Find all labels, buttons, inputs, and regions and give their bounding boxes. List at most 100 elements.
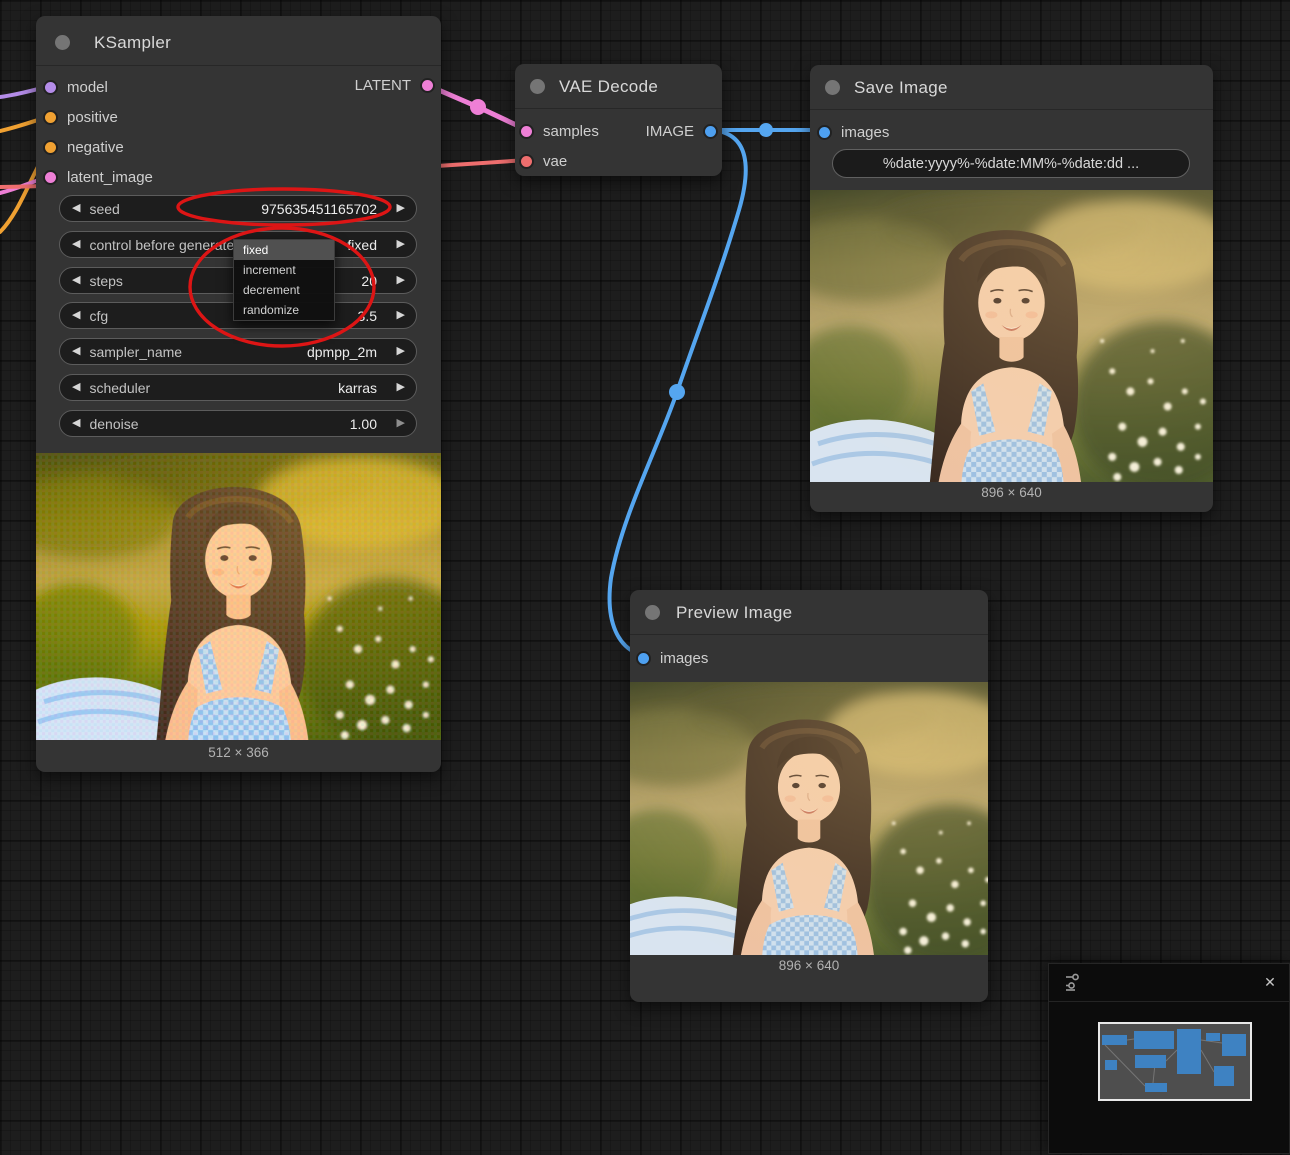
header-divider	[810, 109, 1213, 110]
node-title: Save Image	[854, 78, 948, 98]
image-size-caption: 512 × 366	[36, 745, 441, 760]
header-divider	[630, 634, 988, 635]
port-dot[interactable]	[705, 126, 716, 137]
filename-prefix-value: %date:yyyy%-%date:MM%-%date:dd ...	[883, 156, 1139, 172]
increment-arrow-icon[interactable]: ▶	[397, 382, 405, 393]
reroute-dot-image-2[interactable]	[669, 384, 685, 400]
widget-seed[interactable]: ◀ seed 975635451165702 ▶	[59, 195, 417, 222]
port-dot[interactable]	[45, 112, 56, 123]
decrement-arrow-icon[interactable]: ◀	[72, 239, 80, 250]
input-port-images[interactable]: images	[819, 124, 889, 141]
decrement-arrow-icon[interactable]: ◀	[72, 418, 80, 429]
port-label: LATENT	[355, 77, 411, 94]
menu-item-decrement[interactable]: decrement	[234, 280, 334, 300]
increment-arrow-icon[interactable]: ▶	[397, 275, 405, 286]
header-divider	[515, 108, 722, 109]
minimap-node	[1206, 1033, 1220, 1041]
widget-scheduler[interactable]: ◀ scheduler karras ▶	[59, 374, 417, 401]
port-dot[interactable]	[819, 127, 830, 138]
collapse-dot-icon[interactable]	[530, 79, 545, 94]
increment-arrow-icon[interactable]: ▶	[397, 418, 405, 429]
node-ksampler[interactable]: KSampler model positive negative latent_…	[36, 16, 441, 772]
port-dot[interactable]	[521, 126, 532, 137]
widget-value: 1.00	[350, 416, 377, 432]
node-preview-image[interactable]: Preview Image images 896 × 640	[630, 590, 988, 1002]
output-port-image[interactable]: IMAGE	[646, 123, 716, 140]
port-dot[interactable]	[638, 653, 649, 664]
port-label: positive	[67, 109, 118, 126]
input-port-model[interactable]: model	[45, 79, 108, 96]
widget-value: dpmpp_2m	[307, 344, 377, 360]
port-label: negative	[67, 139, 124, 156]
image-size-caption: 896 × 640	[810, 485, 1213, 500]
port-label: images	[841, 124, 889, 141]
input-port-samples[interactable]: samples	[521, 123, 599, 140]
port-label: model	[67, 79, 108, 96]
collapse-dot-icon[interactable]	[645, 605, 660, 620]
widget-value: 975635451165702	[261, 201, 377, 217]
increment-arrow-icon[interactable]: ▶	[397, 239, 405, 250]
increment-arrow-icon[interactable]: ▶	[397, 203, 405, 214]
ksampler-preview-image	[36, 453, 441, 740]
widget-value: 20	[361, 273, 377, 289]
decrement-arrow-icon[interactable]: ◀	[72, 382, 80, 393]
port-dot[interactable]	[45, 172, 56, 183]
port-label: images	[660, 650, 708, 667]
image-size-caption: 896 × 640	[630, 958, 988, 973]
input-port-images[interactable]: images	[638, 650, 708, 667]
node-title: VAE Decode	[559, 77, 658, 97]
menu-item-fixed[interactable]: fixed	[234, 240, 334, 260]
node-save-image[interactable]: Save Image images %date:yyyy%-%date:MM%-…	[810, 65, 1213, 512]
port-label: samples	[543, 123, 599, 140]
node-vae-decode[interactable]: VAE Decode samples vae IMAGE	[515, 64, 722, 176]
header-divider	[36, 65, 441, 66]
port-dot[interactable]	[521, 156, 532, 167]
output-port-latent[interactable]: LATENT	[355, 77, 433, 94]
decrement-arrow-icon[interactable]: ◀	[72, 310, 80, 321]
filename-prefix-input[interactable]: %date:yyyy%-%date:MM%-%date:dd ...	[832, 149, 1190, 178]
menu-item-increment[interactable]: increment	[234, 260, 334, 280]
decrement-arrow-icon[interactable]: ◀	[72, 346, 80, 357]
port-label: latent_image	[67, 169, 153, 186]
widget-name: sampler_name	[89, 344, 182, 360]
widget-name: scheduler	[89, 380, 150, 396]
minimap-node	[1135, 1055, 1166, 1068]
wire-image-to-preview	[610, 130, 746, 656]
minimap-node	[1222, 1034, 1246, 1056]
increment-arrow-icon[interactable]: ▶	[397, 346, 405, 357]
collapse-dot-icon[interactable]	[55, 35, 70, 50]
control-mode-dropdown: fixed increment decrement randomize	[233, 239, 335, 321]
input-port-positive[interactable]: positive	[45, 109, 118, 126]
close-icon[interactable]: ✕	[1260, 972, 1280, 992]
port-dot[interactable]	[422, 80, 433, 91]
input-port-vae[interactable]: vae	[521, 153, 567, 170]
minimap-node	[1145, 1083, 1167, 1092]
widget-name: cfg	[89, 308, 108, 324]
input-port-negative[interactable]: negative	[45, 139, 124, 156]
wire-latent-to-samples	[427, 85, 527, 130]
port-label: vae	[543, 153, 567, 170]
widget-sampler-name[interactable]: ◀ sampler_name dpmpp_2m ▶	[59, 338, 417, 365]
decrement-arrow-icon[interactable]: ◀	[72, 203, 80, 214]
port-dot[interactable]	[45, 142, 56, 153]
collapse-dot-icon[interactable]	[825, 80, 840, 95]
widget-value: 3.5	[358, 308, 377, 324]
increment-arrow-icon[interactable]: ▶	[397, 310, 405, 321]
widget-name: seed	[89, 201, 119, 217]
port-label: IMAGE	[646, 123, 694, 140]
reroute-dot-latent[interactable]	[470, 99, 486, 115]
input-port-latent-image[interactable]: latent_image	[45, 169, 153, 186]
minimap-node	[1102, 1035, 1127, 1045]
widget-denoise[interactable]: ◀ denoise 1.00 ▶	[59, 410, 417, 437]
widget-value: karras	[338, 380, 377, 396]
widget-name: steps	[89, 273, 122, 289]
decrement-arrow-icon[interactable]: ◀	[72, 275, 80, 286]
minimap-panel[interactable]: ✕	[1048, 963, 1290, 1154]
workflow-graph-icon	[1064, 972, 1082, 992]
port-dot[interactable]	[45, 82, 56, 93]
menu-item-randomize[interactable]: randomize	[234, 300, 334, 320]
minimap-node	[1214, 1066, 1234, 1086]
widget-name: denoise	[89, 416, 138, 432]
reroute-dot-image-1[interactable]	[759, 123, 773, 137]
node-title: KSampler	[94, 33, 171, 53]
